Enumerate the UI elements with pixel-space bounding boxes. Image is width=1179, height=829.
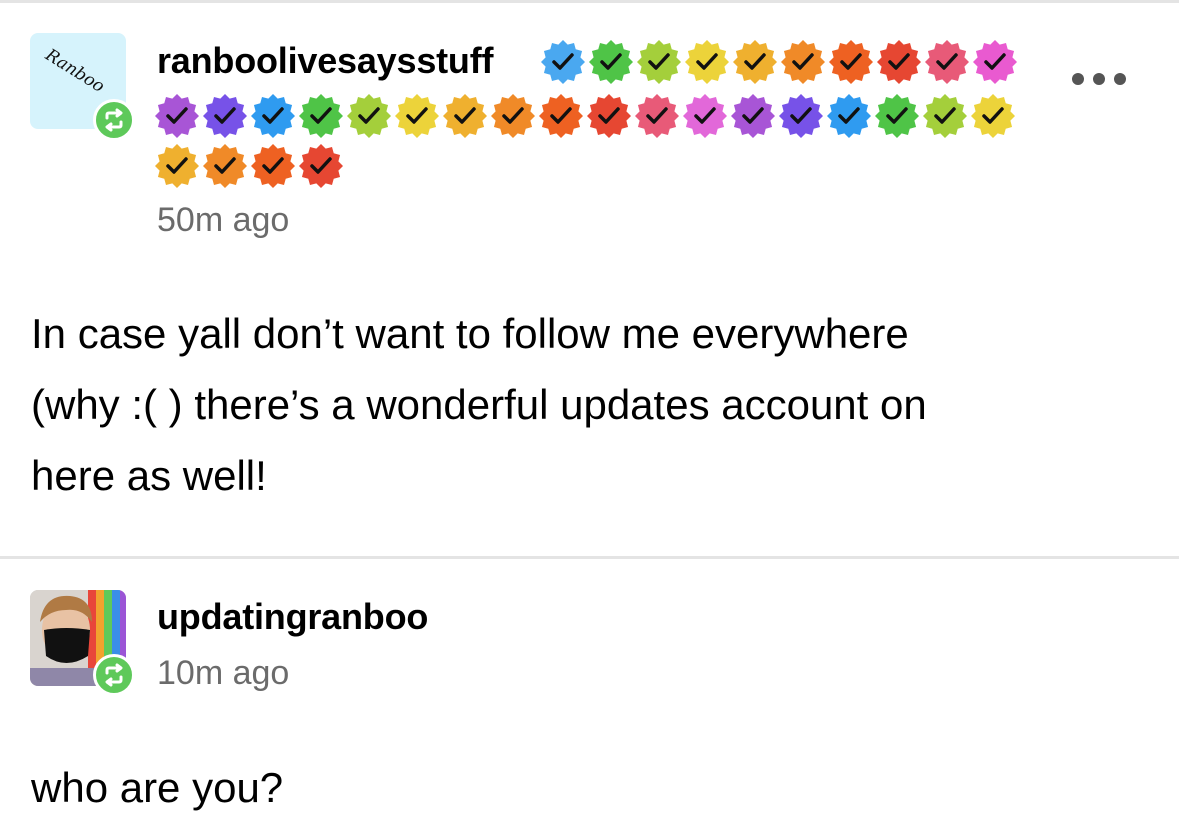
checkmark-badge-icon: [347, 94, 391, 138]
post-body: In case yall don’t want to follow me eve…: [31, 298, 927, 511]
reblog-icon: [93, 654, 135, 696]
checkmark-badge-icon: [589, 40, 633, 84]
checkmark-badge-icon: [541, 40, 585, 84]
post-timestamp[interactable]: 50m ago: [157, 201, 289, 240]
post-author-username[interactable]: ranboolivesaysstuff: [157, 40, 494, 82]
checkmark-badge-icon: [877, 40, 921, 84]
checkmark-badge-icon: [251, 94, 295, 138]
checkmark-badge-icon: [395, 94, 439, 138]
checkmark-badge-icon: [587, 94, 631, 138]
post-body-line: (why :( ) there’s a wonderful updates ac…: [31, 381, 927, 428]
checkmark-badges-row-1: [540, 39, 1040, 85]
post-divider: [0, 556, 1179, 559]
reply-author-username[interactable]: updatingranboo: [157, 596, 428, 638]
checkmark-badge-icon: [733, 40, 777, 84]
reply-body: who are you?: [31, 764, 284, 811]
top-divider: [0, 0, 1179, 3]
avatar-handwriting: Ranboo: [41, 45, 108, 97]
checkmark-badge-icon: [155, 94, 199, 138]
checkmark-badge-icon: [781, 40, 825, 84]
checkmark-badge-icon: [155, 144, 199, 188]
checkmark-badge-icon: [925, 40, 969, 84]
checkmark-badge-icon: [731, 94, 775, 138]
checkmark-badge-icon: [203, 94, 247, 138]
post-body-line: here as well!: [31, 452, 267, 499]
checkmark-badge-icon: [299, 94, 343, 138]
checkmark-badge-icon: [683, 94, 727, 138]
checkmark-badge-icon: [973, 40, 1017, 84]
checkmark-badge-icon: [827, 94, 871, 138]
checkmark-badge-icon: [685, 40, 729, 84]
reply-timestamp[interactable]: 10m ago: [157, 654, 289, 693]
checkmark-badge-icon: [203, 144, 247, 188]
checkmark-badge-icon: [635, 94, 679, 138]
checkmark-badge-icon: [299, 144, 343, 188]
checkmark-badge-icon: [443, 94, 487, 138]
reblog-icon: [93, 99, 135, 141]
checkmark-badge-icon: [829, 40, 873, 84]
checkmark-badge-icon: [923, 94, 967, 138]
checkmark-badge-icon: [779, 94, 823, 138]
checkmark-badge-icon: [875, 94, 919, 138]
checkmark-badge-icon: [251, 144, 295, 188]
checkmark-badges-row-2: [154, 93, 1034, 139]
more-options-icon[interactable]: [1072, 70, 1132, 90]
checkmark-badge-icon: [491, 94, 535, 138]
checkmark-badge-icon: [637, 40, 681, 84]
checkmark-badges-row-3: [154, 143, 354, 189]
post-body-line: In case yall don’t want to follow me eve…: [31, 310, 909, 357]
checkmark-badge-icon: [971, 94, 1015, 138]
checkmark-badge-icon: [539, 94, 583, 138]
